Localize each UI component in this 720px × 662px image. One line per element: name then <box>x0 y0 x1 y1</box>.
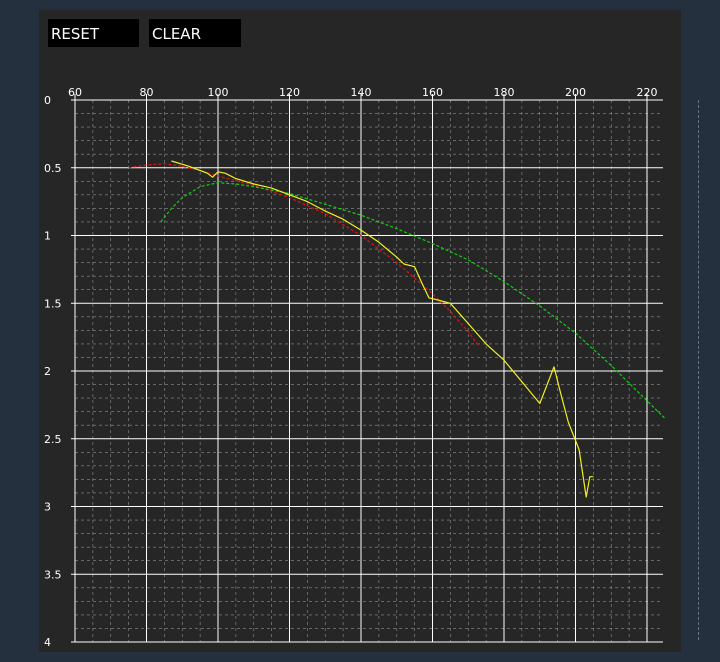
y-tick-label: 1.5 <box>44 297 62 310</box>
x-tick-label: 60 <box>68 86 82 99</box>
y-tick-label: 4 <box>44 636 51 649</box>
x-tick-label: 100 <box>208 86 229 99</box>
x-tick-label: 140 <box>351 86 372 99</box>
x-tick-label: 220 <box>637 86 658 99</box>
y-tick-label: 2 <box>44 365 51 378</box>
y-tick-label: 3.5 <box>44 568 62 581</box>
y-tick-label: 2.5 <box>44 433 62 446</box>
y-tick-label: 1 <box>44 230 51 243</box>
x-tick-label: 120 <box>279 86 300 99</box>
y-tick-label: 0 <box>44 94 51 107</box>
x-tick-label: 200 <box>565 86 586 99</box>
series-line-3 <box>171 160 594 498</box>
y-tick-label: 0.5 <box>44 162 62 175</box>
y-tick-label: 3 <box>44 501 51 514</box>
x-tick-label: 180 <box>494 86 515 99</box>
series-line-2 <box>160 182 666 419</box>
series-line-1 <box>128 163 480 347</box>
x-tick-label: 160 <box>422 86 443 99</box>
line-chart: 60 80 100 120 140 160 180 200 220 0 0.5 1 1.5 2 2.5 3 3.… <box>44 86 666 649</box>
x-tick-label: 80 <box>140 86 154 99</box>
